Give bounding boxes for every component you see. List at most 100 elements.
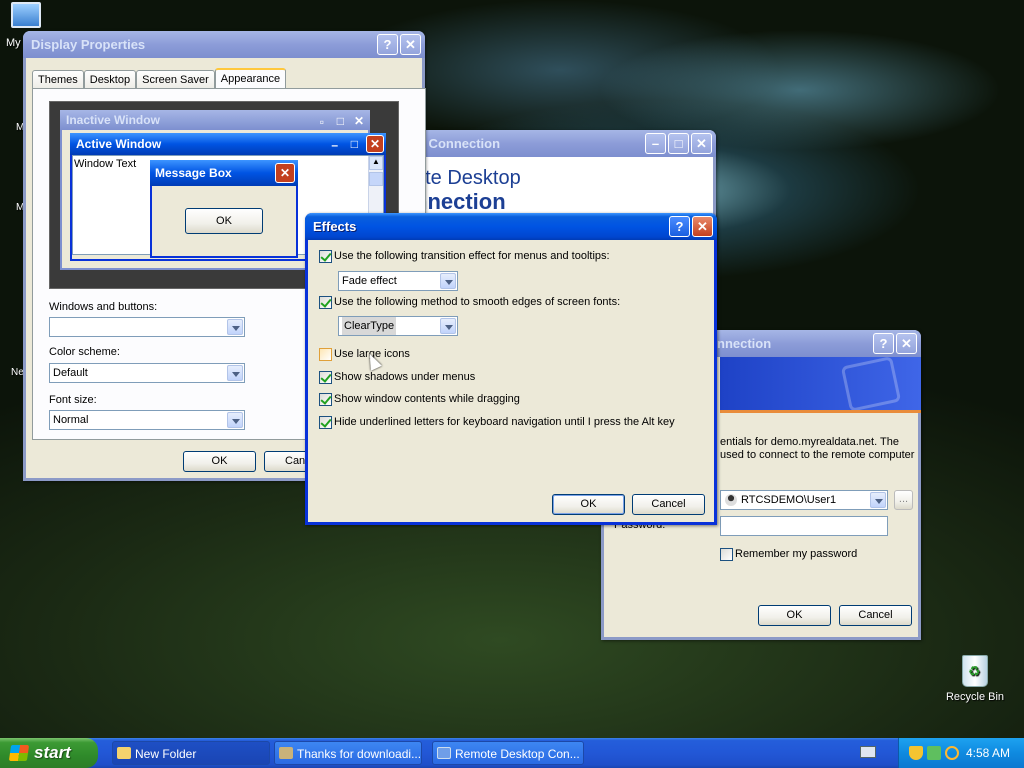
user-name-combo[interactable]: RTCSDEMO\User1 <box>720 490 888 510</box>
computer-icon <box>11 2 41 28</box>
preview-message-box: Message Box ✕ OK <box>150 160 298 258</box>
chevron-down-icon[interactable] <box>870 492 886 508</box>
taskbar-item-new-folder[interactable]: New Folder <box>112 741 270 765</box>
display-properties-titlebar[interactable]: Display Properties ? ✕ <box>23 31 425 58</box>
rdc-desc-line1: entials for demo.myrealdata.net. The <box>720 436 899 448</box>
taskbar-item-label: Thanks for downloadi... <box>297 747 422 761</box>
large-icons-checkbox[interactable] <box>319 348 332 361</box>
tab-strip: Themes Desktop Screen Saver Appearance <box>32 68 287 89</box>
display-ok-button[interactable]: OK <box>183 451 256 472</box>
preview-active-titlebar: Active Window – □ ✕ <box>70 133 386 155</box>
preview-close-icon: ✕ <box>275 163 295 183</box>
clock[interactable]: 4:58 AM <box>966 746 1010 760</box>
transition-effect-select[interactable]: Fade effect <box>338 271 458 291</box>
effects-ok-button[interactable]: OK <box>552 494 625 515</box>
recycle-bin-label: Recycle Bin <box>945 691 1005 703</box>
rdc-desc-line2: used to connect to the remote computer <box>720 449 915 461</box>
preview-minimize-icon: – <box>331 138 338 152</box>
preview-maximize-icon: □ <box>336 114 344 128</box>
preview-active-title: Active Window <box>76 137 162 151</box>
preview-message-title: Message Box <box>155 166 232 180</box>
network-icon[interactable] <box>927 746 941 760</box>
taskbar-item-remote-desktop[interactable]: Remote Desktop Con... <box>432 741 584 765</box>
browse-button[interactable]: ... <box>894 490 913 510</box>
rdc-banner-line1: ote Desktop <box>414 167 521 189</box>
preview-window-text: Window Text <box>74 158 137 170</box>
taskbar-item-label: New Folder <box>135 747 197 761</box>
effects-cancel-button[interactable]: Cancel <box>632 494 705 515</box>
remember-password-label: Remember my password <box>735 548 858 560</box>
close-icon[interactable]: ✕ <box>400 34 421 55</box>
keyboard-icon[interactable] <box>860 746 876 758</box>
windows-buttons-label: Windows and buttons: <box>49 301 158 313</box>
transition-effect-label: Use the following transition effect for … <box>334 250 610 262</box>
help-icon[interactable]: ? <box>669 216 690 237</box>
rdc-ok-button[interactable]: OK <box>758 605 831 626</box>
windows-buttons-select[interactable] <box>49 317 245 337</box>
smooth-fonts-select[interactable]: ClearType <box>338 316 458 336</box>
desktop-icon-label[interactable]: Ne <box>11 367 24 378</box>
chevron-down-icon[interactable] <box>440 318 456 334</box>
windows-flag-icon <box>8 745 30 761</box>
smooth-fonts-value: ClearType <box>342 317 397 335</box>
tab-appearance[interactable]: Appearance <box>214 68 287 89</box>
rdc-back-titlebar[interactable]: o Connection – □ ✕ <box>409 130 716 157</box>
rdc-login-banner <box>720 357 921 413</box>
menu-shadows-checkbox[interactable] <box>319 371 332 384</box>
close-icon[interactable]: ✕ <box>896 333 917 354</box>
transition-effect-value: Fade effect <box>342 275 397 287</box>
scroll-thumb <box>369 172 383 186</box>
application-icon <box>279 747 293 759</box>
chevron-down-icon[interactable] <box>227 412 243 428</box>
password-input[interactable] <box>720 516 888 536</box>
preview-message-titlebar: Message Box ✕ <box>150 160 298 186</box>
help-icon[interactable]: ? <box>377 34 398 55</box>
remember-password-checkbox[interactable] <box>720 548 733 561</box>
taskbar-item-thanks[interactable]: Thanks for downloadi... <box>274 741 422 765</box>
scroll-up-icon: ▲ <box>369 156 383 170</box>
rdc-cancel-button[interactable]: Cancel <box>839 605 912 626</box>
user-icon <box>725 494 737 506</box>
smooth-fonts-label: Use the following method to smooth edges… <box>334 296 621 308</box>
folder-icon <box>117 747 131 759</box>
shield-icon[interactable] <box>909 746 923 760</box>
font-size-select[interactable]: Normal <box>49 410 245 430</box>
color-scheme-select[interactable]: Default <box>49 363 245 383</box>
effects-dialog[interactable]: Effects ? ✕ Use the following transition… <box>305 213 717 525</box>
transition-effect-checkbox[interactable] <box>319 250 332 263</box>
close-icon[interactable]: ✕ <box>691 133 712 154</box>
tab-desktop[interactable]: Desktop <box>83 70 137 89</box>
chevron-down-icon[interactable] <box>227 319 243 335</box>
effects-titlebar[interactable]: Effects ? ✕ <box>305 213 717 240</box>
preview-inactive-title: Inactive Window <box>66 113 160 127</box>
color-scheme-label: Color scheme: <box>49 346 120 358</box>
start-label: start <box>34 743 71 762</box>
preview-maximize-icon: □ <box>350 137 358 151</box>
tab-themes[interactable]: Themes <box>32 70 84 89</box>
menu-shadows-label: Show shadows under menus <box>334 371 476 383</box>
font-size-label: Font size: <box>49 394 97 406</box>
maximize-icon[interactable]: □ <box>668 133 689 154</box>
rdc-login-title: nnection <box>717 336 772 351</box>
rdc-logo-icon <box>840 357 902 410</box>
smooth-fonts-checkbox[interactable] <box>319 296 332 309</box>
rdc-back-title: o Connection <box>417 136 501 151</box>
font-size-value: Normal <box>53 414 89 426</box>
preview-close-icon: ✕ <box>366 135 384 153</box>
drag-contents-label: Show window contents while dragging <box>334 393 520 405</box>
drag-contents-checkbox[interactable] <box>319 393 332 406</box>
tab-screen-saver[interactable]: Screen Saver <box>136 70 215 89</box>
preview-close-icon: ✕ <box>353 114 364 128</box>
help-icon[interactable]: ? <box>873 333 894 354</box>
chevron-down-icon[interactable] <box>227 365 243 381</box>
hide-underlines-checkbox[interactable] <box>319 416 332 429</box>
remote-desktop-icon <box>437 747 451 759</box>
close-icon[interactable]: ✕ <box>692 216 713 237</box>
system-tray: 4:58 AM <box>898 738 1024 768</box>
minimize-icon[interactable]: – <box>645 133 666 154</box>
trash-icon <box>962 655 988 687</box>
search-icon[interactable] <box>945 746 959 760</box>
recycle-bin-icon[interactable]: Recycle Bin <box>940 655 1010 703</box>
start-button[interactable]: start <box>0 738 98 768</box>
chevron-down-icon[interactable] <box>440 273 456 289</box>
